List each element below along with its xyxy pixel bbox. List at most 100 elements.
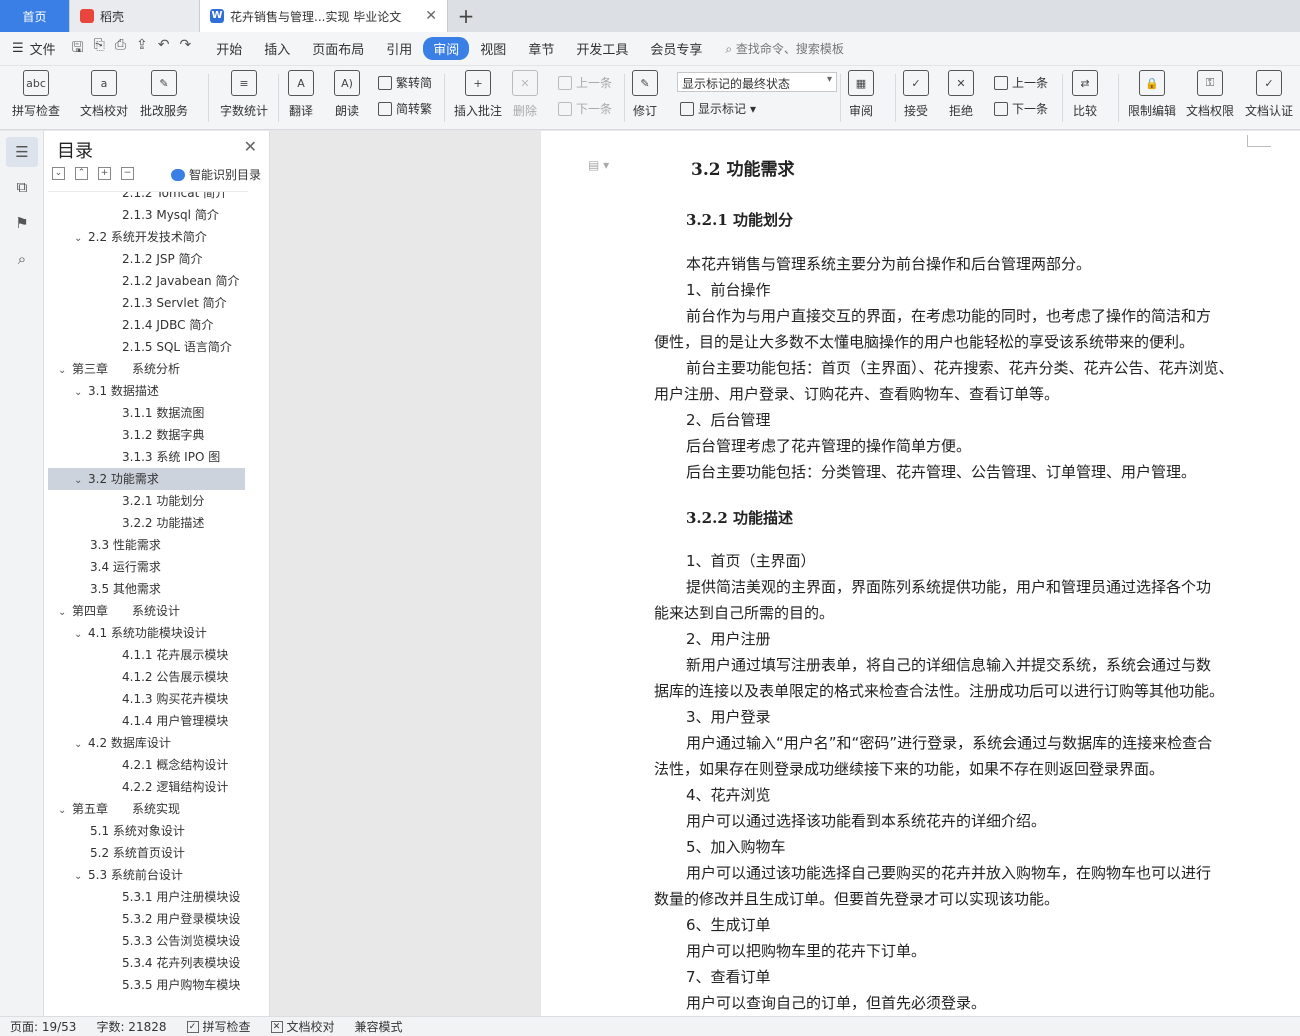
translate-button[interactable]: A 翻译 [288, 70, 314, 119]
page-indicator[interactable]: 页面: 19/53 [0, 1018, 86, 1035]
toc-item[interactable]: 3.3 性能需求 [48, 534, 245, 556]
toc-item[interactable]: 3.2.2 功能描述 [48, 512, 245, 534]
command-search[interactable]: ⌕ 查找命令、搜索模板 [725, 40, 844, 57]
ribbon-tab[interactable]: 开始 [205, 36, 253, 61]
ribbon-tab[interactable]: 审阅 [423, 37, 470, 60]
toc-item[interactable]: 3.4 运行需求 [48, 556, 245, 578]
accept-button[interactable]: ✓ 接受 [903, 70, 929, 119]
compare-button[interactable]: ⇄ 比较 [1072, 70, 1098, 119]
chevron-down-icon[interactable]: ⌄ [74, 382, 88, 402]
ribbon-tab[interactable]: 章节 [517, 36, 565, 61]
doc-permission-button[interactable]: ⚿ 文档权限 [1186, 70, 1234, 119]
toc-item[interactable]: 4.1.4 用户管理模块 [48, 710, 245, 732]
ribbon-tab[interactable]: 会员专享 [639, 36, 713, 61]
chevron-down-icon[interactable]: ⌄ [74, 734, 88, 754]
toc-item[interactable]: 3.1.1 数据流图 [48, 402, 245, 424]
spellcheck-status[interactable]: ✓ 拼写检查 [177, 1018, 261, 1035]
toc-item[interactable]: ⌄ 4.1 系统功能模块设计 [48, 622, 245, 644]
prev-change-button[interactable]: 上一条 [994, 74, 1048, 91]
chevron-down-icon[interactable]: ⌄ [74, 470, 88, 490]
file-menu[interactable]: ☰ 文件 [12, 39, 56, 58]
toc-item[interactable]: 4.1.3 购买花卉模块 [48, 688, 245, 710]
toc-item[interactable]: 5.3.2 用户登录模块设 ... [48, 908, 245, 930]
toc-item[interactable]: 5.2 系统首页设计 [48, 842, 245, 864]
print-icon[interactable]: ⎙ [115, 37, 126, 61]
add-heading-icon[interactable]: + [98, 167, 111, 180]
ribbon-tab[interactable]: 视图 [469, 36, 517, 61]
show-markup-button[interactable]: 显示标记 ▾ [680, 100, 756, 117]
toc-item[interactable]: 3.1.3 系统 IPO 图 [48, 446, 245, 468]
tab-daoke[interactable]: 稻壳 [70, 0, 200, 32]
collapse-all-icon[interactable]: ⌃ [75, 167, 88, 180]
toc-item[interactable]: ⌄ 5.3 系统前台设计 [48, 864, 245, 886]
toc-item[interactable]: 3.2.1 功能划分 [48, 490, 245, 512]
toc-item[interactable]: 4.2.2 逻辑结构设计 [48, 776, 245, 798]
navigation-icon[interactable]: ⧉ [12, 177, 32, 197]
toc-item[interactable]: 5.1 系统对象设计 [48, 820, 245, 842]
restrict-editing-button[interactable]: 🔒 限制编辑 [1128, 70, 1176, 119]
remove-heading-icon[interactable]: − [121, 167, 134, 180]
toc-item[interactable]: ⌄ 第五章 系统实现 [48, 798, 245, 820]
toc-item[interactable]: 2.1.5 SQL 语言简介 [48, 336, 245, 358]
document-page[interactable]: ▤ ▾ 3.2 功能需求 3.2.1 功能划分 3.2.2 功能描述 本花卉销售… [541, 131, 1300, 1016]
toc-item[interactable]: ⌄ 第四章 系统设计 [48, 600, 245, 622]
wordcount-button[interactable]: ≡ 字数统计 [220, 70, 268, 119]
toc-item[interactable]: 3.5 其他需求 [48, 578, 245, 600]
toc-item[interactable]: 2.1.2 Tomcat 简介 [48, 192, 245, 204]
expand-all-icon[interactable]: ⌄ [52, 167, 65, 180]
toc-item[interactable]: 2.1.3 Servlet 简介 [48, 292, 245, 314]
save-icon[interactable]: 🖫 [72, 37, 84, 61]
toc-item[interactable]: 5.3.4 花卉列表模块设 ... [48, 952, 245, 974]
ribbon-tab[interactable]: 页面布局 [301, 36, 375, 61]
toc-item[interactable]: 2.1.2 Javabean 简介 [48, 270, 245, 292]
toc-item[interactable]: 4.1.1 花卉展示模块 [48, 644, 245, 666]
ribbon-tab[interactable]: 引用 [375, 36, 423, 61]
toc-item[interactable]: ⌄ 3.2 功能需求 [48, 468, 245, 490]
reject-button[interactable]: ✕ 拒绝 [948, 70, 974, 119]
tab-home[interactable]: 首页 [0, 0, 70, 32]
delete-comment-button[interactable]: ✕ 删除 [512, 70, 538, 119]
chevron-down-icon[interactable]: ⌄ [58, 602, 72, 622]
toc-item[interactable]: ⌄ 2.2 系统开发技术简介 [48, 226, 245, 248]
toc-item[interactable]: 5.3.5 用户购物车模块 ... [48, 974, 245, 996]
spellcheck-button[interactable]: abc 拼写检查 [12, 70, 60, 119]
track-changes-button[interactable]: ✎ 修订 [632, 70, 658, 119]
toc-item[interactable]: 4.1.2 公告展示模块 [48, 666, 245, 688]
trad-to-simp-button[interactable]: 繁转简 [378, 74, 432, 91]
doc-check-button[interactable]: a 文档校对 [80, 70, 128, 119]
toc-item[interactable]: 2.1.3 Mysql 简介 [48, 204, 245, 226]
ribbon-tab[interactable]: 插入 [253, 36, 301, 61]
new-tab-button[interactable]: + [448, 0, 484, 32]
toc-item[interactable]: 3.1.2 数据字典 [48, 424, 245, 446]
export-icon[interactable]: ⇪ [136, 37, 148, 61]
toc-item[interactable]: 2.1.2 JSP 简介 [48, 248, 245, 270]
review-pane-button[interactable]: ▦ 审阅 [848, 70, 874, 119]
insert-comment-button[interactable]: + 插入批注 [454, 70, 502, 119]
batch-service-button[interactable]: ✎ 批改服务 [140, 70, 188, 119]
toc-item[interactable]: ⌄ 第三章 系统分析 [48, 358, 245, 380]
search-icon[interactable]: ⌕ [12, 249, 32, 269]
close-icon[interactable]: ✕ [425, 8, 437, 24]
next-change-button[interactable]: 下一条 [994, 100, 1048, 117]
chevron-down-icon[interactable]: ⌄ [74, 624, 88, 644]
toc-item[interactable]: ⌄ 3.1 数据描述 [48, 380, 245, 402]
toc-item[interactable]: 5.3.1 用户注册模块设 ... [48, 886, 245, 908]
chevron-down-icon[interactable]: ⌄ [74, 866, 88, 886]
chevron-down-icon[interactable]: ⌄ [74, 228, 88, 248]
prev-comment-button[interactable]: 上一条 [558, 74, 612, 91]
page-nav-icon[interactable]: ▤ ▾ [588, 158, 609, 172]
close-icon[interactable]: ✕ [244, 137, 257, 156]
read-aloud-button[interactable]: A) 朗读 [334, 70, 360, 119]
smart-toc-button[interactable]: 智能识别目录 [170, 166, 261, 183]
bookmark-icon[interactable]: ⚑ [12, 213, 32, 233]
tab-document[interactable]: W 花卉销售与管理...实现 毕业论文 ✕ [200, 0, 448, 32]
toc-item[interactable]: 5.3.3 公告浏览模块设 ... [48, 930, 245, 952]
doccheck-status[interactable]: ✕ 文档校对 [261, 1018, 345, 1035]
next-comment-button[interactable]: 下一条 [558, 100, 612, 117]
undo-icon[interactable]: ↶ [158, 37, 170, 61]
word-count[interactable]: 字数: 21828 [86, 1018, 176, 1035]
toc-item[interactable]: ⌄ 4.2 数据库设计 [48, 732, 245, 754]
toc-item[interactable]: 2.1.4 JDBC 简介 [48, 314, 245, 336]
ribbon-tab[interactable]: 开发工具 [565, 36, 639, 61]
format-painter-icon[interactable]: ⎘ [94, 37, 105, 61]
